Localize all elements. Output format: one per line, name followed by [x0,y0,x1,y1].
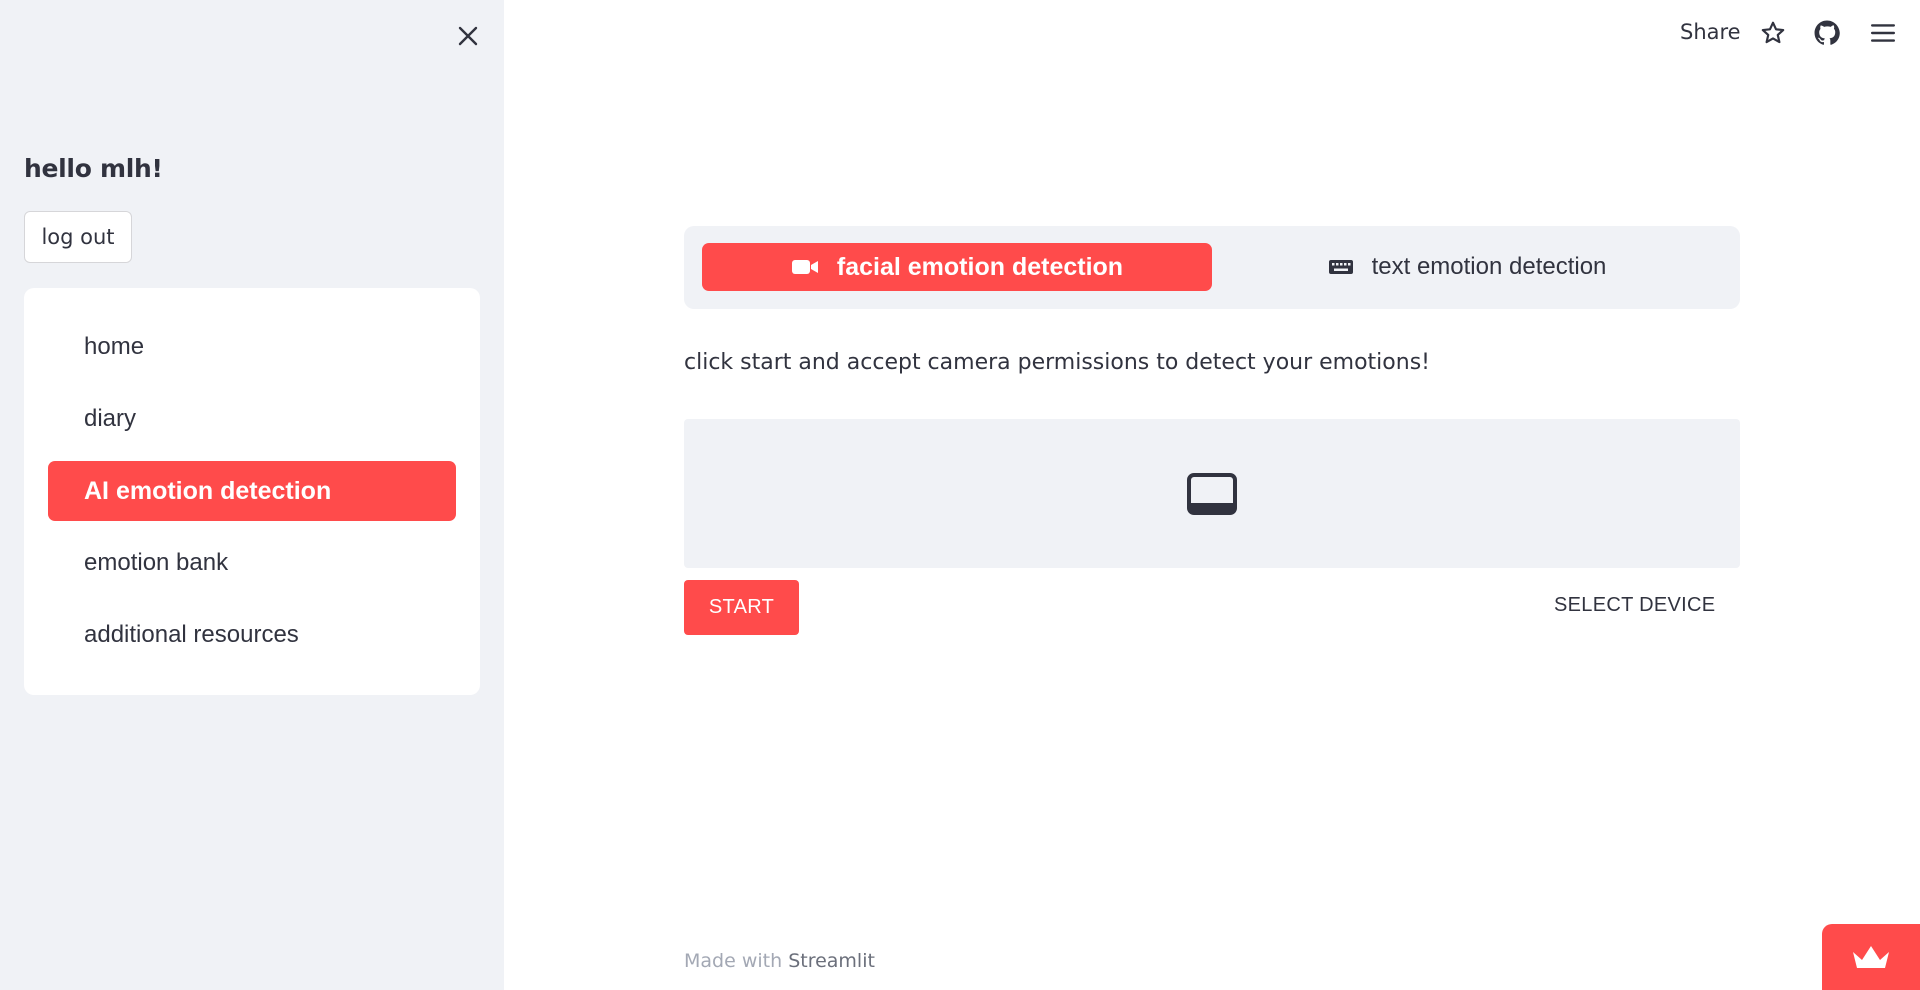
nav-item-home[interactable]: home [48,317,456,377]
footer-made-with: Made with [684,950,789,972]
star-button[interactable] [1758,18,1788,48]
github-icon [1814,20,1840,45]
detection-mode-tabs: facial emotion detection text emotion de… [684,226,1740,309]
nav-item-diary[interactable]: diary [48,389,456,449]
close-icon [458,26,478,46]
nav-item-label: emotion bank [84,549,229,576]
github-button[interactable] [1812,18,1842,48]
streamlit-badge[interactable] [1822,924,1920,990]
nav-item-label: additional resources [84,621,299,648]
main-menu-button[interactable] [1868,18,1898,48]
video-camera-icon [791,257,819,277]
close-sidebar-button[interactable] [452,20,484,52]
nav-item-ai-emotion-detection[interactable]: AI emotion detection [48,461,456,521]
greeting-heading: hello mlh! [24,154,163,183]
tab-facial-emotion-detection[interactable]: facial emotion detection [702,243,1212,291]
laptop-icon [1187,472,1237,515]
star-icon [1761,21,1785,44]
keyboard-icon [1328,258,1354,276]
logout-button[interactable]: log out [24,211,132,263]
footer-brand-link[interactable]: Streamlit [788,950,875,972]
nav-item-additional-resources[interactable]: additional resources [48,605,456,665]
hamburger-menu-icon [1870,24,1896,42]
footer: Made with Streamlit [684,950,875,972]
nav-item-label: AI emotion detection [84,476,332,505]
select-device-button[interactable]: SELECT DEVICE [1554,594,1715,617]
tab-label: text emotion detection [1371,253,1607,280]
tab-label: facial emotion detection [836,252,1124,281]
crown-icon [1853,946,1889,968]
camera-instructions: click start and accept camera permission… [684,350,1430,375]
video-preview [684,419,1740,568]
tab-text-emotion-detection[interactable]: text emotion detection [1212,243,1722,291]
sidebar: hello mlh! log out home diary AI emotion… [0,0,504,990]
nav-menu: home diary AI emotion detection emotion … [24,288,480,695]
share-button[interactable]: Share [1680,20,1741,44]
nav-item-label: diary [84,405,137,432]
nav-item-label: home [84,333,145,360]
nav-item-emotion-bank[interactable]: emotion bank [48,533,456,593]
start-button[interactable]: START [684,580,799,635]
